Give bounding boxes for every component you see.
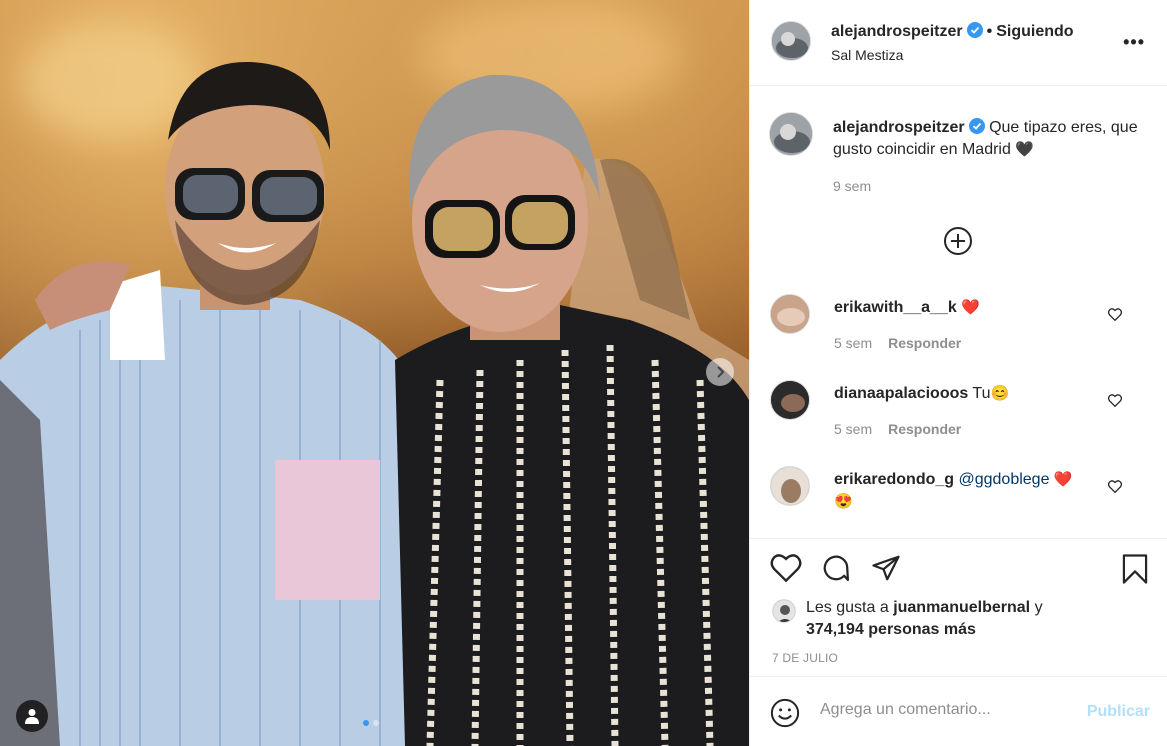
post-date[interactable]: 7 DE JULIO xyxy=(772,651,838,665)
comment-item: erikaredondo_g @ggdoblege ❤️ 😍 xyxy=(770,466,1150,538)
more-options-icon[interactable]: ••• xyxy=(1123,32,1145,53)
smiley-icon[interactable] xyxy=(770,698,800,728)
post-photo[interactable] xyxy=(0,0,749,746)
tagged-users-button[interactable] xyxy=(16,700,48,732)
send-icon[interactable] xyxy=(870,553,902,583)
verified-badge-icon xyxy=(968,118,985,134)
caption-text-block: alejandrospeitzer Que tipazo eres, que g… xyxy=(833,117,1153,161)
post-location[interactable]: Sal Mestiza xyxy=(831,47,903,63)
heart-icon[interactable] xyxy=(1108,480,1122,493)
reply-button[interactable]: Responder xyxy=(888,335,961,351)
carousel-next-button[interactable] xyxy=(706,358,734,386)
author-avatar[interactable] xyxy=(771,21,811,61)
heart-icon[interactable] xyxy=(1108,308,1122,321)
caption-avatar[interactable] xyxy=(769,112,813,156)
comment-time[interactable]: 5 sem xyxy=(834,335,872,351)
red-heart-emoji: ❤️ xyxy=(1053,471,1073,488)
comment-meta: 5 sem Responder xyxy=(834,421,961,437)
chevron-right-icon xyxy=(717,366,725,378)
following-button[interactable]: Siguiendo xyxy=(996,23,1073,40)
comment-icon[interactable] xyxy=(820,553,852,583)
heart-eyes-emoji: 😍 xyxy=(834,493,853,510)
plus-circle-icon[interactable] xyxy=(943,226,973,256)
comment-username[interactable]: erikaredondo_g xyxy=(834,471,954,488)
comment-text-block: erikaredondo_g @ggdoblege ❤️ 😍 xyxy=(834,469,1104,513)
user-icon xyxy=(25,709,39,724)
reply-button[interactable]: Responder xyxy=(888,421,961,437)
comment-input[interactable] xyxy=(820,701,1070,719)
comment-text-block: erikawith__a__k ❤️ xyxy=(834,297,1104,319)
verified-badge-icon xyxy=(966,22,983,38)
smile-emoji: 😊 xyxy=(990,385,1010,402)
likes-summary: Les gusta a juanmanuelbernal y 374,194 p… xyxy=(772,597,1043,641)
author-username[interactable]: alejandrospeitzer xyxy=(831,23,963,40)
comment-time[interactable]: 5 sem xyxy=(834,421,872,437)
likes-conj: y xyxy=(1034,599,1043,616)
red-heart-emoji: ❤️ xyxy=(961,299,980,316)
comment-avatar[interactable] xyxy=(770,466,810,506)
carousel-dot xyxy=(363,720,369,726)
bookmark-icon[interactable] xyxy=(1120,553,1150,585)
comment-avatar[interactable] xyxy=(770,380,810,420)
heart-icon[interactable] xyxy=(770,553,802,583)
comment-text-block: dianaapalaciooos Tu😊 xyxy=(834,383,1104,405)
heart-icon[interactable] xyxy=(1108,394,1122,407)
caption-username[interactable]: alejandrospeitzer xyxy=(833,119,965,136)
comment-meta: 5 sem Responder xyxy=(834,335,961,351)
comment-avatar[interactable] xyxy=(770,294,810,334)
comment-item: dianaapalaciooos Tu😊 5 sem Responder xyxy=(770,380,1150,460)
add-comment-bar: Publicar xyxy=(750,676,1167,746)
comment-username[interactable]: erikawith__a__k xyxy=(834,299,957,316)
comment-item: erikawith__a__k ❤️ 5 sem Responder xyxy=(770,294,1150,374)
caption-time[interactable]: 9 sem xyxy=(833,178,871,194)
black-heart-emoji: 🖤 xyxy=(1015,141,1035,158)
liker-avatar[interactable] xyxy=(772,599,796,623)
post-header: alejandrospeitzer • Siguiendo Sal Mestiza … xyxy=(750,0,1167,86)
comment-text: Tu xyxy=(972,385,991,402)
post-side-panel: alejandrospeitzer • Siguiendo Sal Mestiza … xyxy=(749,0,1167,746)
carousel-indicator xyxy=(363,720,379,726)
post-actions: Les gusta a juanmanuelbernal y 374,194 p… xyxy=(750,538,1167,676)
comments-section[interactable]: alejandrospeitzer Que tipazo eres, que g… xyxy=(750,86,1167,538)
separator: • xyxy=(986,23,993,40)
photo-scene xyxy=(0,61,749,746)
carousel-dot xyxy=(373,720,379,726)
likes-count[interactable]: 374,194 personas más xyxy=(806,619,1043,641)
publish-button[interactable]: Publicar xyxy=(1087,703,1150,721)
author-username-row: alejandrospeitzer • Siguiendo xyxy=(831,22,1074,41)
liker-username[interactable]: juanmanuelbernal xyxy=(893,599,1030,616)
likes-prefix: Les gusta a xyxy=(806,599,889,616)
comment-username[interactable]: dianaapalaciooos xyxy=(834,385,968,402)
comment-mention[interactable]: @ggdoblege xyxy=(958,471,1049,488)
